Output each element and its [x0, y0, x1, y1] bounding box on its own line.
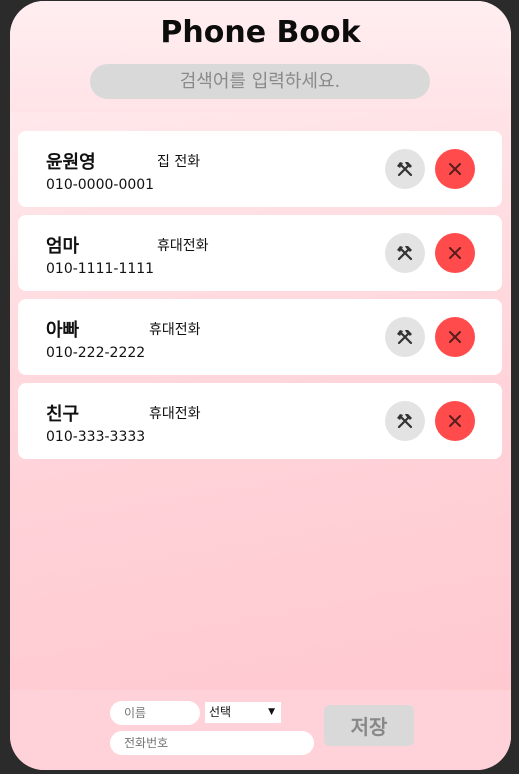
search-input[interactable]	[90, 64, 430, 99]
hammer-pick-icon	[397, 330, 413, 345]
close-icon	[449, 415, 461, 427]
dropdown-arrow-icon: ▼	[268, 707, 275, 717]
contact-number: 010-1111-1111	[46, 261, 155, 277]
contact-card: 엄마 휴대전화 010-1111-1111	[18, 215, 502, 291]
contact-type: 집 전화	[157, 154, 201, 170]
contact-card: 아빠 휴대전화 010-222-2222	[18, 299, 502, 375]
contact-type: 휴대전화	[149, 406, 201, 422]
close-icon	[449, 331, 461, 343]
delete-button[interactable]	[435, 149, 475, 189]
edit-button[interactable]	[385, 149, 425, 189]
delete-button[interactable]	[435, 401, 475, 441]
edit-button[interactable]	[385, 317, 425, 357]
close-icon	[449, 163, 461, 175]
phone-input[interactable]	[110, 731, 314, 755]
delete-button[interactable]	[435, 233, 475, 273]
contact-name: 친구	[46, 404, 80, 425]
contact-type: 휴대전화	[149, 322, 201, 338]
phone-type-select[interactable]: 선택 ▼	[205, 702, 281, 723]
contact-name: 윤원영	[46, 152, 96, 173]
contact-type: 휴대전화	[157, 238, 209, 254]
contact-number: 010-222-2222	[46, 345, 146, 361]
edit-button[interactable]	[385, 401, 425, 441]
add-contact-form: 선택 ▼ 저장	[10, 690, 511, 770]
phone-book-app: Phone Book 윤원영 집 전화 010-0000-0001	[10, 1, 511, 770]
delete-button[interactable]	[435, 317, 475, 357]
contact-number: 010-0000-0001	[46, 177, 155, 193]
hammer-pick-icon	[397, 246, 413, 261]
hammer-pick-icon	[397, 162, 413, 177]
name-input[interactable]	[110, 701, 200, 725]
contact-list: 윤원영 집 전화 010-0000-0001 엄마 휴대전화 010-1111-…	[18, 131, 502, 467]
page-title: Phone Book	[160, 15, 361, 50]
close-icon	[449, 247, 461, 259]
contact-number: 010-333-3333	[46, 429, 146, 445]
contact-name: 엄마	[46, 236, 80, 257]
save-button[interactable]: 저장	[324, 705, 414, 746]
hammer-pick-icon	[397, 414, 413, 429]
phone-type-selected: 선택	[209, 705, 232, 719]
edit-button[interactable]	[385, 233, 425, 273]
header: Phone Book	[10, 1, 511, 112]
contact-card: 윤원영 집 전화 010-0000-0001	[18, 131, 502, 207]
contact-card: 친구 휴대전화 010-333-3333	[18, 383, 502, 459]
contact-name: 아빠	[46, 320, 80, 341]
